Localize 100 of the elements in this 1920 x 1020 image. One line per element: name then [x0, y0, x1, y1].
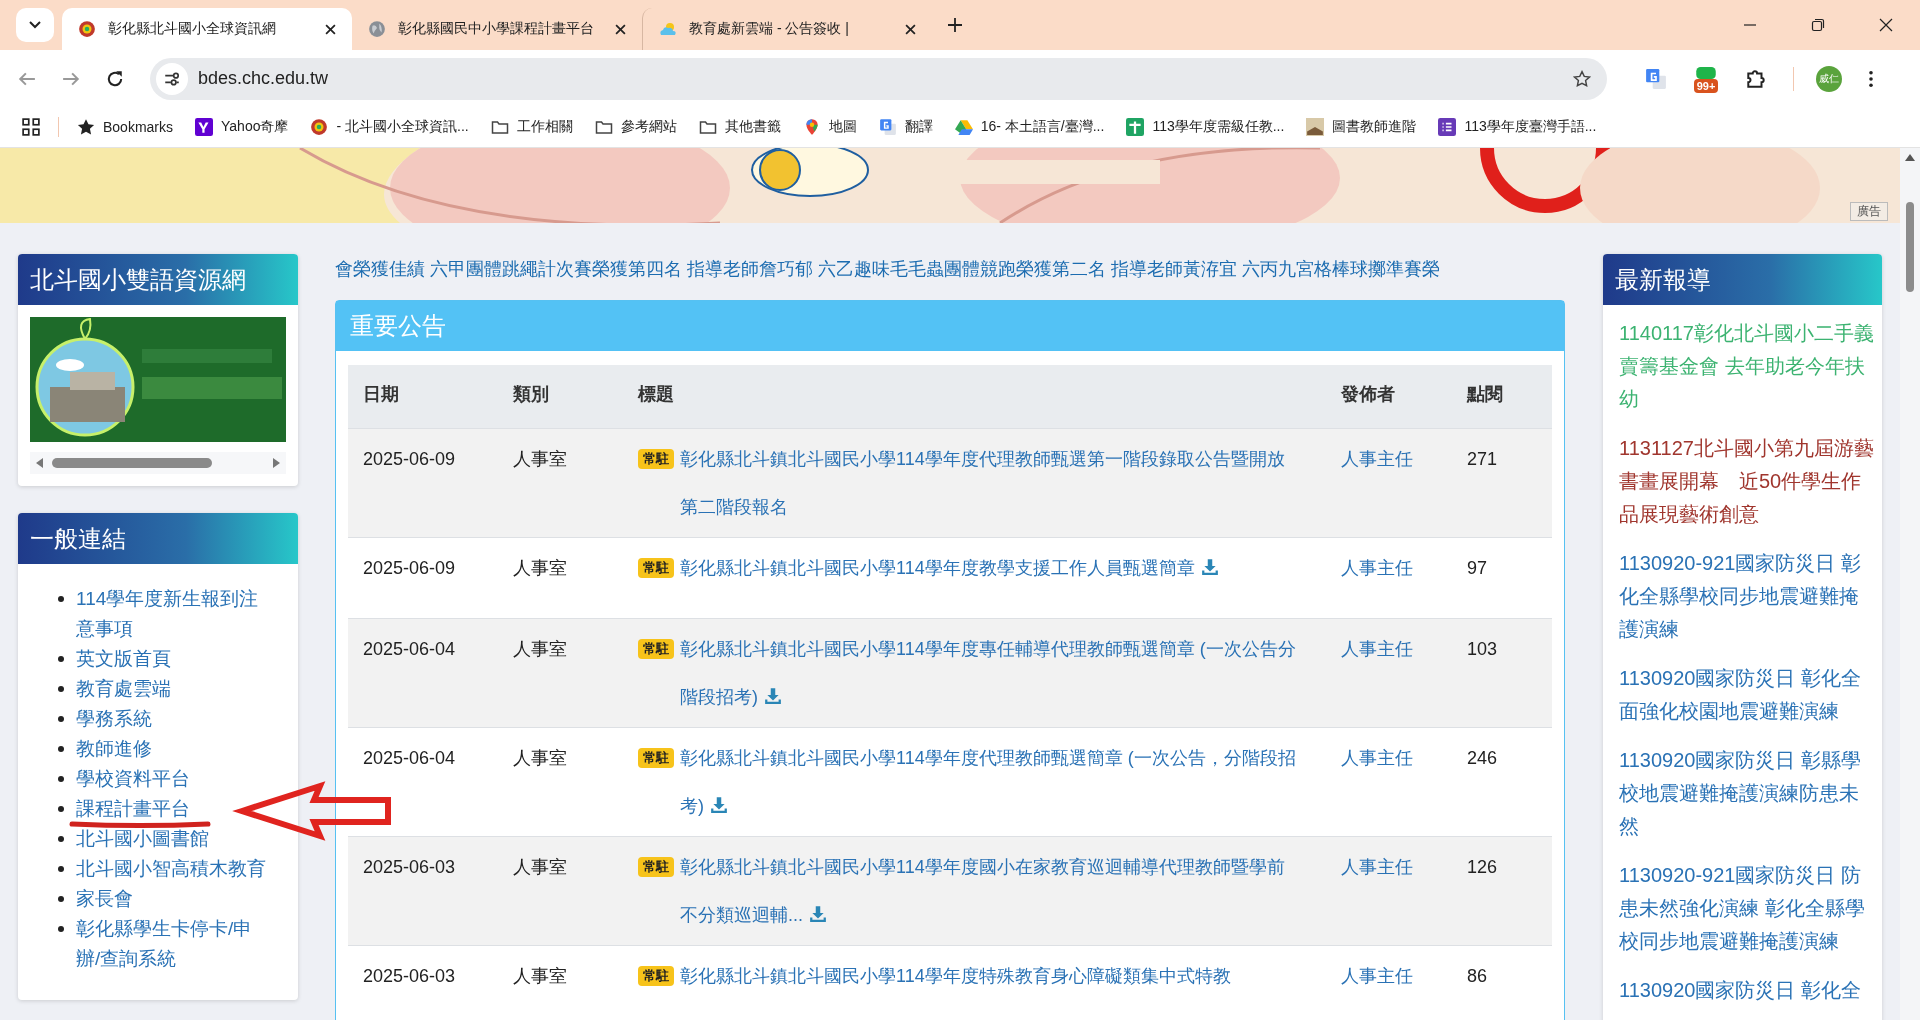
bullet-icon: [58, 896, 64, 902]
scroll-right-icon[interactable]: [272, 458, 280, 468]
tab-title: 彰化縣國民中小學課程計畫平台: [398, 20, 595, 38]
link[interactable]: 114學年度新生報到注意事項: [76, 584, 272, 644]
link[interactable]: 學務系統: [76, 704, 152, 734]
publisher-link[interactable]: 人事主任: [1341, 966, 1413, 986]
link[interactable]: 課程計畫平台: [76, 794, 190, 824]
pinned-tag: 常駐: [638, 857, 674, 877]
pinned-tag: 常駐: [638, 748, 674, 768]
publisher-link[interactable]: 人事主任: [1341, 639, 1413, 659]
link[interactable]: 家長會: [76, 884, 133, 914]
scroll-up-icon[interactable]: [1905, 154, 1915, 162]
announcement-link[interactable]: 彰化縣北斗鎮北斗國民小學114學年度特殊教育身心障礙類集中式特教: [680, 952, 1300, 1000]
table-cell-text: 人事室: [512, 638, 568, 661]
emblem-icon: [310, 118, 329, 136]
yahoo-logo-icon: [195, 118, 214, 136]
bookmark[interactable]: 工作相關: [490, 118, 573, 136]
scroll-left-icon[interactable]: [36, 458, 44, 468]
publisher-link[interactable]: 人事主任: [1341, 748, 1413, 768]
bullet-icon: [58, 656, 64, 662]
announcement-link[interactable]: 彰化縣北斗鎮北斗國民小學114學年度代理教師甄選第一階段錄取公告暨開放第二階段報名: [680, 435, 1300, 531]
profile-avatar[interactable]: 威仁: [1816, 65, 1842, 92]
panel-title: 重要公告: [336, 301, 1564, 351]
site-info-button[interactable]: [156, 62, 188, 95]
news-link[interactable]: 1130920-921國家防災日 彰化全縣學校同步地震避難掩護演練: [1619, 547, 1875, 646]
link[interactable]: 學校資料平台: [76, 764, 190, 794]
news-link[interactable]: 1130920國家防災日 彰縣學校地震避難掩護演練防患未然: [1619, 744, 1875, 843]
bookmark-star-icon[interactable]: [1573, 69, 1591, 88]
link[interactable]: 北斗國小智高積木教育: [76, 854, 266, 884]
scroll-thumb[interactable]: [1906, 202, 1914, 292]
bookmark[interactable]: - 北斗國小全球資訊...: [310, 118, 469, 136]
announcement-link[interactable]: 彰化縣北斗鎮北斗國民小學114學年度國小在家教育巡迴輔導代理教師暨學前不分類巡迴輔...: [680, 843, 1300, 939]
link[interactable]: 彰化縣學生卡停卡/申辦/查詢系統: [76, 914, 272, 974]
close-icon[interactable]: [615, 23, 626, 35]
table-cell-text: 人事室: [512, 856, 568, 879]
close-icon[interactable]: [325, 23, 336, 35]
bookmark[interactable]: 地圖: [802, 118, 857, 136]
table-cell-text: 2025-06-04: [362, 638, 457, 661]
url-text: bdes.chc.edu.tw: [198, 68, 329, 89]
announcement-link[interactable]: 彰化縣北斗鎮北斗國民小學114學年度專任輔導代理教師甄選簡章 (一次公告分階段招考): [680, 625, 1300, 721]
link[interactable]: 英文版首頁: [76, 644, 171, 674]
link[interactable]: 北斗國小圖書館: [76, 824, 209, 854]
news-link[interactable]: 1130920-921國家防災日 防患未然強化演練 彰化全縣學校同步地震避難掩護演練: [1619, 859, 1875, 958]
bullet-icon: [58, 776, 64, 782]
apps-grid-icon[interactable]: [22, 118, 40, 136]
announcement-link[interactable]: 彰化縣北斗鎮北斗國民小學114學年度代理教師甄選簡章 (一次公告，分階段招考): [680, 734, 1300, 830]
bookmark[interactable]: Bookmarks: [77, 118, 174, 136]
download-icon[interactable]: [1200, 558, 1219, 576]
horizontal-scrollbar[interactable]: [30, 452, 286, 474]
bookmark[interactable]: 翻譯: [878, 118, 933, 136]
puzzle-icon[interactable]: [1745, 67, 1767, 90]
scroll-thumb[interactable]: [52, 458, 212, 468]
news-ticker[interactable]: 會榮獲佳績 六甲團體跳繩計次賽榮獲第四名 指導老師詹巧郁 六乙趣味毛毛蟲團體競跑榮獲第二名 指導老師黃洊宜 六丙九宮格棒球擲準賽榮: [335, 254, 1565, 284]
download-icon[interactable]: [809, 905, 827, 923]
chevron-down-icon: [29, 21, 41, 29]
table-cell-text: 126: [1466, 856, 1499, 879]
publisher-link[interactable]: 人事主任: [1341, 857, 1413, 877]
browser-tab[interactable]: 彰化縣國民中小學課程計畫平台: [352, 8, 642, 50]
bookmark[interactable]: 其他書籤: [698, 118, 781, 136]
close-icon[interactable]: [1879, 18, 1893, 32]
address-bar[interactable]: bdes.chc.edu.tw: [150, 57, 1607, 100]
table-cell-text: 2025-06-04: [362, 747, 457, 770]
news-link[interactable]: 1131127北斗國小第九屆游藝書畫展開幕 近50件學生作品展現藝術創意: [1619, 432, 1875, 531]
link[interactable]: 教育處雲端: [76, 674, 171, 704]
news-link[interactable]: 1130920國家防災日 彰化全: [1619, 974, 1875, 1007]
link[interactable]: 教師進修: [76, 734, 152, 764]
bullet-icon: [58, 686, 64, 692]
restore-icon[interactable]: [1811, 18, 1825, 32]
table-cell-text: 2025-06-03: [362, 856, 457, 879]
browser-tab[interactable]: 彰化縣北斗國小全球資訊網: [62, 8, 352, 50]
new-tab-icon[interactable]: [948, 18, 962, 32]
bookmark[interactable]: 參考網站: [594, 118, 677, 136]
bookmark[interactable]: 113學年度臺灣手語...: [1438, 118, 1597, 136]
bookmark[interactable]: 圖書教師進階: [1306, 118, 1417, 136]
bookmark[interactable]: 16- 本土語言/臺灣...: [954, 118, 1105, 136]
reload-icon[interactable]: [106, 69, 124, 88]
announcement-link[interactable]: 彰化縣北斗鎮北斗國民小學114學年度教學支援工作人員甄選簡章: [680, 544, 1300, 592]
bookmark[interactable]: Yahoo奇摩: [195, 118, 289, 136]
news-link[interactable]: 1140117彰化北斗國小二手義賣籌基金會 去年助老今年扶幼: [1619, 317, 1875, 416]
translate-icon[interactable]: [1645, 67, 1667, 90]
publisher-link[interactable]: 人事主任: [1341, 449, 1413, 469]
tab-search-button[interactable]: [16, 8, 54, 42]
bullet-icon: [58, 836, 64, 842]
close-icon[interactable]: [905, 23, 916, 35]
column-header: 發佈者: [1340, 382, 1396, 406]
panel-title: 北斗國小雙語資源網: [18, 254, 298, 305]
vertical-scrollbar[interactable]: [1900, 148, 1920, 1020]
bookmark[interactable]: 113學年度需級任教...: [1126, 118, 1285, 136]
form-icon: [1438, 118, 1457, 136]
news-link[interactable]: 1130920國家防災日 彰化全面強化校園地震避難演練: [1619, 662, 1875, 728]
tab-title: 彰化縣北斗國小全球資訊網: [108, 20, 277, 38]
table-cell-text: 2025-06-03: [362, 965, 457, 988]
download-icon[interactable]: [710, 796, 728, 814]
table-cell-text: 97: [1466, 557, 1489, 580]
publisher-link[interactable]: 人事主任: [1341, 558, 1413, 578]
download-icon[interactable]: [764, 687, 782, 705]
table-cell-text: 86: [1466, 965, 1489, 988]
table-cell-text: 2025-06-09: [362, 448, 457, 471]
folder-icon: [594, 118, 613, 136]
chat-extension-icon[interactable]: [1695, 66, 1717, 79]
